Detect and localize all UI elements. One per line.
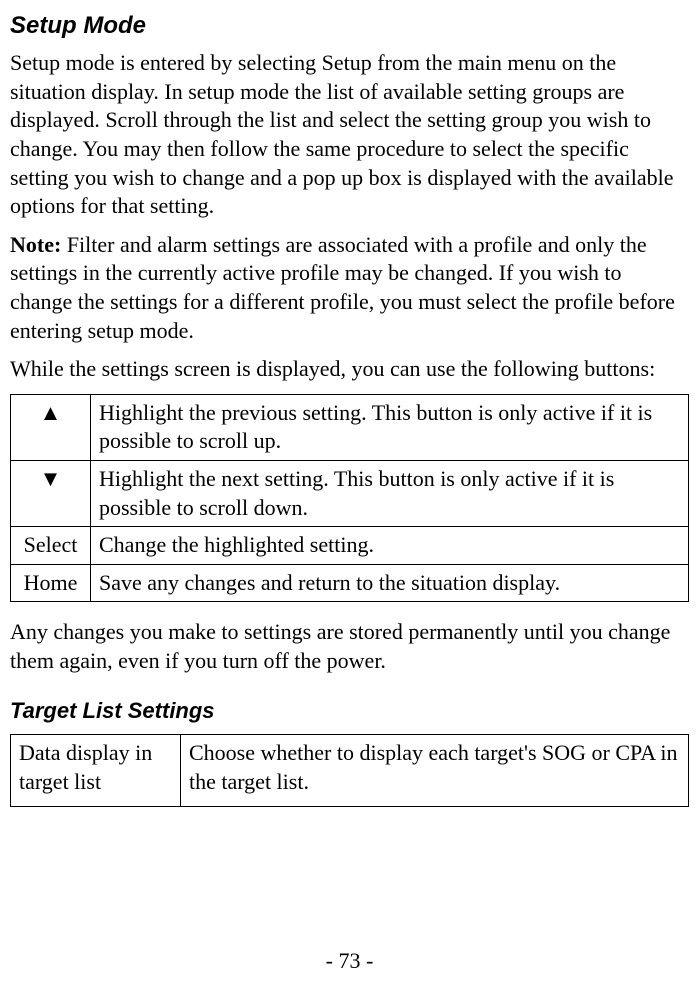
table-row: Home Save any changes and return to the …: [11, 564, 689, 602]
button-down-desc: Highlight the next setting. This button …: [91, 460, 689, 526]
heading-setup-mode: Setup Mode: [10, 10, 689, 41]
note-label: Note:: [10, 232, 61, 257]
buttons-table: ▲ Highlight the previous setting. This b…: [10, 394, 689, 603]
button-home-desc: Save any changes and return to the situa…: [91, 564, 689, 602]
heading-target-list: Target List Settings: [10, 697, 689, 726]
table-row: Data display in target list Choose wheth…: [11, 735, 689, 807]
note-text: Filter and alarm settings are associated…: [10, 232, 675, 343]
page-number: - 73 -: [0, 947, 699, 976]
table-row: Select Change the highlighted setting.: [11, 527, 689, 565]
target-settings-table: Data display in target list Choose wheth…: [10, 734, 689, 807]
button-select-label: Select: [11, 527, 91, 565]
paragraph-persistence: Any changes you make to settings are sto…: [10, 618, 689, 675]
paragraph-intro: Setup mode is entered by selecting Setup…: [10, 49, 689, 221]
setting-name: Data display in target list: [11, 735, 181, 807]
table-row: ▼ Highlight the next setting. This butto…: [11, 460, 689, 526]
button-down-icon: ▼: [11, 460, 91, 526]
paragraph-buttons-intro: While the settings screen is displayed, …: [10, 355, 689, 384]
paragraph-note: Note: Filter and alarm settings are asso…: [10, 231, 689, 345]
button-home-label: Home: [11, 564, 91, 602]
table-row: ▲ Highlight the previous setting. This b…: [11, 394, 689, 460]
setting-desc: Choose whether to display each target's …: [181, 735, 689, 807]
button-up-icon: ▲: [11, 394, 91, 460]
button-up-desc: Highlight the previous setting. This but…: [91, 394, 689, 460]
button-select-desc: Change the highlighted setting.: [91, 527, 689, 565]
